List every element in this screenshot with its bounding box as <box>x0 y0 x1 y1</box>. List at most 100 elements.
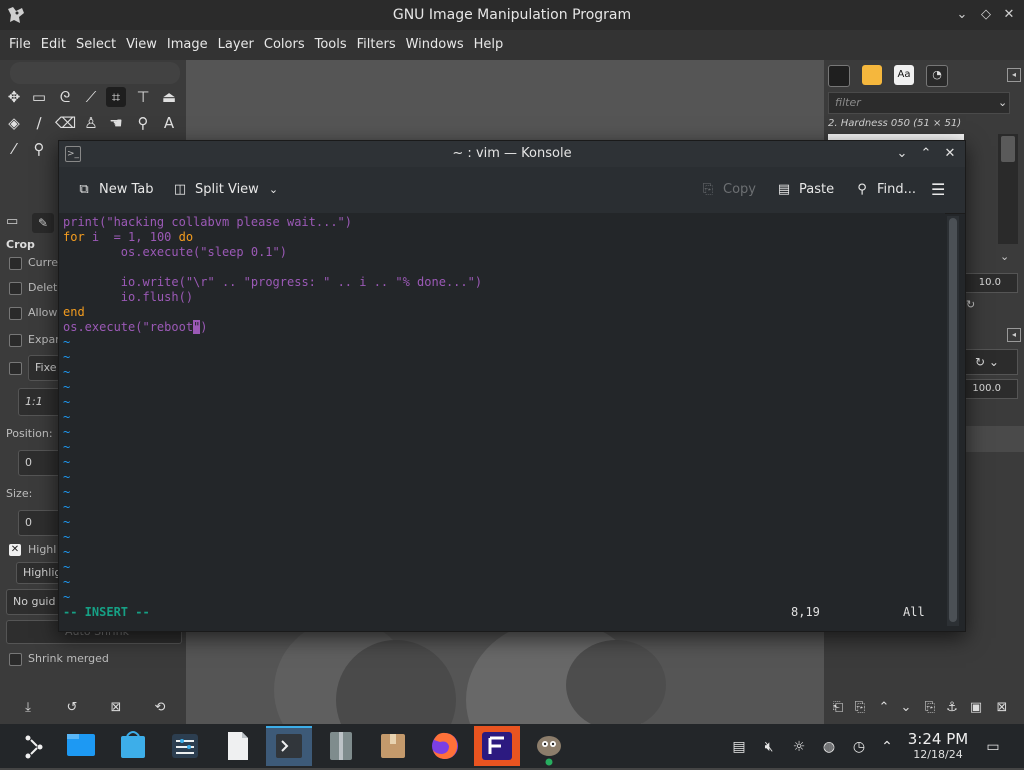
fonts-tab-icon[interactable]: Aa <box>894 65 914 85</box>
position-x-field[interactable]: 0 <box>18 450 62 476</box>
close-icon[interactable]: ✕ <box>941 145 959 163</box>
highlight-checkbox-checked-icon[interactable]: ✕ <box>9 544 21 556</box>
system-settings-taskbar-icon[interactable] <box>162 726 208 766</box>
color-picker-tool-icon[interactable]: ⁄ <box>4 139 24 159</box>
refresh-icon[interactable]: ↻ <box>966 298 978 311</box>
restore-options-icon[interactable]: ↺ <box>64 700 80 716</box>
lower-layer-icon[interactable]: ⌄ <box>898 700 914 716</box>
archive-manager-taskbar-icon[interactable] <box>318 726 364 766</box>
aspect-ratio-field[interactable]: 1:1 <box>18 388 62 416</box>
copy-button[interactable]: ⎘ Copy <box>699 179 756 201</box>
fixed-dropdown[interactable]: Fixe <box>28 355 60 381</box>
fuzzy-select-tool-icon[interactable]: ⟋ <box>81 87 101 107</box>
paintbrush-tool-icon[interactable]: ∕ <box>29 113 49 133</box>
network-tray-icon[interactable]: ◍ <box>820 738 838 756</box>
expand-center-checkbox[interactable] <box>9 334 22 347</box>
menu-help[interactable]: Help <box>469 30 509 60</box>
reset-options-icon[interactable]: ⟲ <box>152 700 168 716</box>
shrink-merged-checkbox[interactable] <box>9 653 22 666</box>
raise-layer-icon[interactable]: ⌃ <box>876 700 892 716</box>
app-f-taskbar-icon[interactable] <box>474 726 520 766</box>
firefox-taskbar-icon[interactable] <box>422 726 468 766</box>
anchor-layer-icon[interactable]: ⚓ <box>944 700 960 716</box>
dolphin-folder-taskbar-icon[interactable] <box>58 726 104 766</box>
paste-button[interactable]: ▤ Paste <box>775 179 834 201</box>
size-width-field[interactable]: 0 <box>18 510 62 536</box>
new-layer-icon[interactable]: ⎗ <box>830 700 846 716</box>
layer-row[interactable] <box>964 426 1024 452</box>
dock-menu-icon[interactable]: ◂ <box>1007 68 1021 82</box>
minimize-icon[interactable]: ⌄ <box>953 6 971 24</box>
clipboard-tray-icon[interactable]: ▤ <box>730 738 748 756</box>
highlight-dropdown[interactable]: Highlig <box>16 562 61 584</box>
konsole-window[interactable]: ~ : vim — Konsole >_ ⌄ ⌃ ✕ ⧉ New Tab ◫ Spl… <box>58 140 966 632</box>
patterns-tab-icon[interactable] <box>862 65 882 85</box>
show-desktop-icon[interactable]: ▭ <box>984 738 1002 756</box>
new-tab-button[interactable]: ⧉ New Tab <box>75 179 153 201</box>
menu-windows[interactable]: Windows <box>401 30 469 60</box>
scrollbar-thumb[interactable] <box>949 218 957 622</box>
clone-tool-icon[interactable]: ♙ <box>81 113 101 133</box>
transform-tool-icon[interactable]: ⊤ <box>133 87 153 107</box>
move-tool-icon[interactable]: ✥ <box>4 87 24 107</box>
delete-cropped-checkbox[interactable] <box>9 282 22 295</box>
brightness-tray-icon[interactable]: ☼ <box>790 738 808 756</box>
mask-layer-icon[interactable]: ▣ <box>968 700 984 716</box>
menu-colors[interactable]: Colors <box>259 30 310 60</box>
fixed-checkbox[interactable] <box>9 362 22 375</box>
delete-layer-icon[interactable]: ⊠ <box>994 700 1010 716</box>
lasso-tool-icon[interactable]: ᘓ <box>55 87 75 107</box>
eraser-tool-icon[interactable]: ⌫ <box>55 113 76 133</box>
chevron-up-icon[interactable]: ⌃ <box>878 738 896 756</box>
device-status-tab-icon[interactable]: ✎ <box>32 213 54 233</box>
allow-growing-checkbox[interactable] <box>9 307 22 320</box>
text-tool-icon[interactable]: A <box>159 113 179 133</box>
app-launcher-icon[interactable] <box>18 732 48 762</box>
chevron-down-icon[interactable]: ⌄ <box>1000 250 1014 264</box>
brush-scrollbar[interactable] <box>998 134 1018 244</box>
discover-store-taskbar-icon[interactable] <box>110 726 156 766</box>
save-options-icon[interactable]: ⤓ <box>20 700 36 716</box>
clock-time[interactable]: 3:24 PM <box>898 730 978 748</box>
brushes-tab-icon[interactable] <box>828 65 850 87</box>
dock-menu-icon[interactable]: ◂ <box>1007 328 1021 342</box>
tool-options-tab-icon[interactable]: ▭ <box>6 214 24 232</box>
menu-select[interactable]: Select <box>71 30 121 60</box>
guides-dropdown[interactable]: No guid <box>6 589 62 615</box>
brush-filter-input[interactable]: filter <box>828 92 1010 114</box>
find-button[interactable]: ⚲ Find... <box>853 179 916 201</box>
bucket-fill-tool-icon[interactable]: ◈ <box>4 113 24 133</box>
close-icon[interactable]: ✕ <box>1000 6 1018 24</box>
brush-spacing-spinner[interactable]: 10.0 <box>964 273 1018 293</box>
maximize-icon[interactable]: ⌃ <box>917 145 935 163</box>
menu-image[interactable]: Image <box>162 30 213 60</box>
terminal-view[interactable]: print("hacking collabvm please wait...")… <box>59 213 945 627</box>
split-view-button[interactable]: ◫ Split View ⌄ <box>171 179 278 201</box>
document-history-tab-icon[interactable]: ◔ <box>926 65 948 87</box>
zoom-tool-icon[interactable]: ⚲ <box>29 139 49 159</box>
warp-tool-icon[interactable]: ⏏ <box>159 87 179 107</box>
text-editor-taskbar-icon[interactable] <box>214 726 260 766</box>
delete-options-icon[interactable]: ⊠ <box>108 700 124 716</box>
paths-tool-icon[interactable]: ⚲ <box>133 113 153 133</box>
konsole-taskbar-icon[interactable] <box>266 726 312 766</box>
menu-tools[interactable]: Tools <box>310 30 352 60</box>
current-layer-checkbox[interactable] <box>9 257 22 270</box>
menu-file[interactable]: File <box>0 30 36 60</box>
updates-tray-icon[interactable]: ◷ <box>850 738 868 756</box>
hamburger-menu-icon[interactable]: ☰ <box>931 179 945 201</box>
opacity-spinner[interactable]: 100.0 <box>964 379 1018 399</box>
duplicate-layer-icon[interactable]: ⎘ <box>922 700 938 716</box>
menu-filters[interactable]: Filters <box>352 30 401 60</box>
clock-date[interactable]: 12/18/24 <box>898 748 978 761</box>
minimize-icon[interactable]: ⌄ <box>893 145 911 163</box>
package-installer-taskbar-icon[interactable] <box>370 726 416 766</box>
smudge-tool-icon[interactable]: ☚ <box>106 113 126 133</box>
chevron-down-icon[interactable]: ⌄ <box>998 96 1010 109</box>
rect-select-tool-icon[interactable]: ▭ <box>29 87 49 107</box>
new-group-icon[interactable]: ⎘ <box>852 700 868 716</box>
menu-view[interactable]: View <box>121 30 162 60</box>
gimp-taskbar-icon[interactable] <box>526 726 572 766</box>
mode-dropdown[interactable]: ↻ ⌄ <box>964 349 1018 375</box>
volume-muted-tray-icon[interactable]: 🔇︎ <box>760 738 778 756</box>
